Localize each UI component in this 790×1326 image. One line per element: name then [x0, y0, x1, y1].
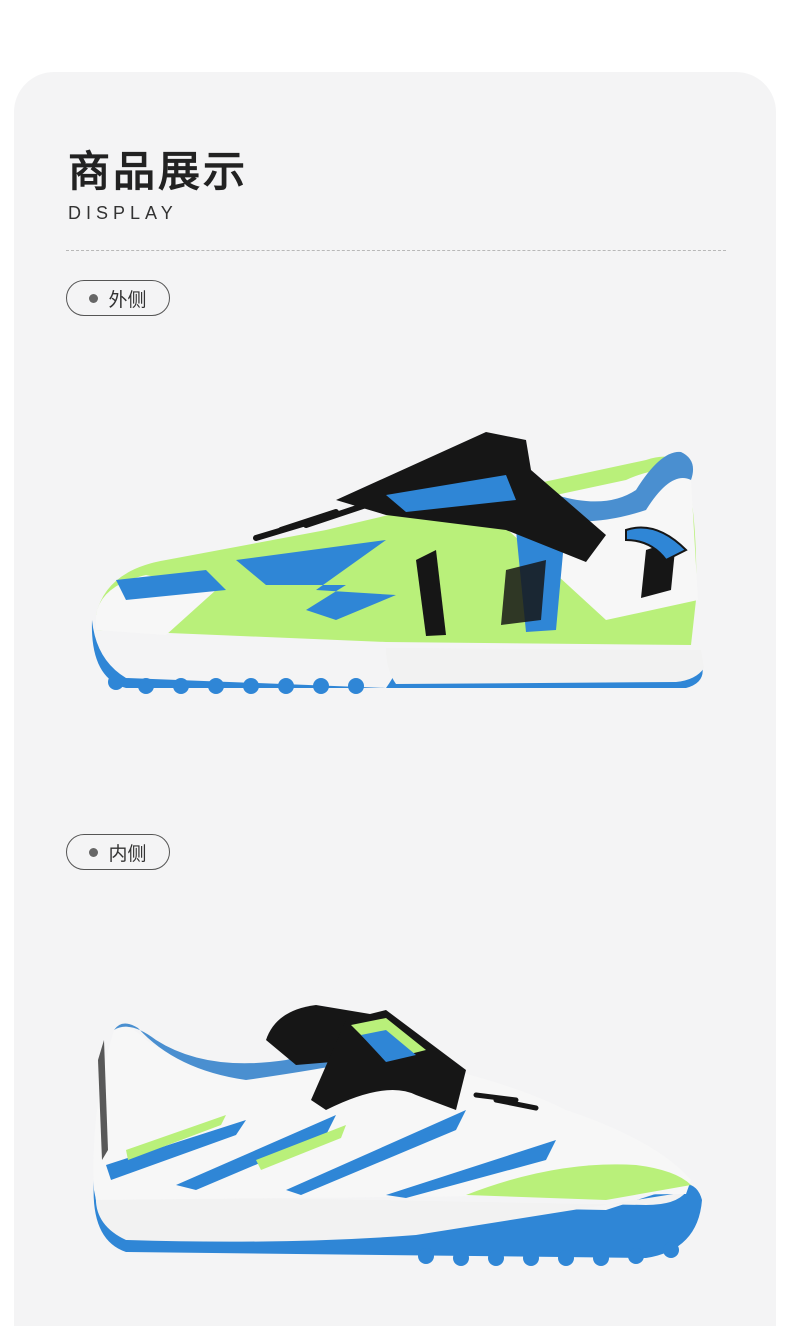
bullet-dot-icon: [89, 847, 99, 857]
bullet-dot-icon: [89, 293, 99, 303]
shoe-medial-image: [93, 1005, 703, 1266]
view-tag-medial: 内侧: [66, 834, 170, 870]
view-tag-label: 外侧: [108, 288, 147, 311]
shoe-lateral-image: [91, 432, 704, 694]
section-title: 商品展示: [68, 147, 249, 196]
view-tag-label: 内侧: [108, 842, 147, 865]
dashed-divider: [66, 250, 726, 251]
section-subtitle: DISPLAY: [68, 203, 178, 223]
view-tag-lateral: 外侧: [66, 280, 170, 316]
